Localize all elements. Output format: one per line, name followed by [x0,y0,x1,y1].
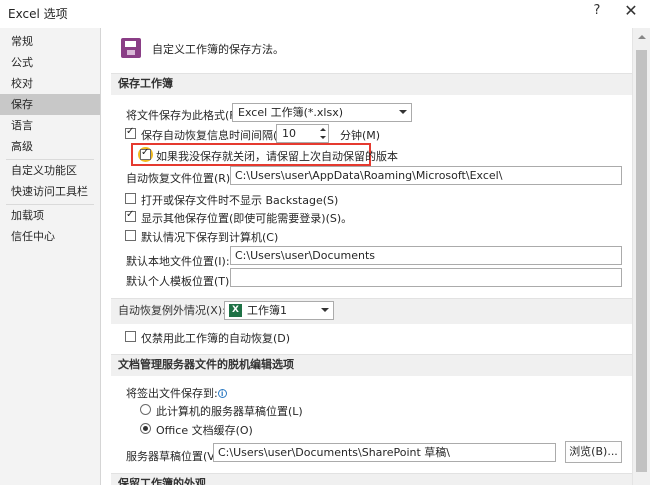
save-format-select[interactable]: Excel 工作簿(*.xlsx) [232,103,412,122]
chevron-down-icon [321,308,329,312]
no-backstage-checkbox[interactable] [125,193,136,204]
minutes-label: 分钟(M) [340,129,381,142]
help-button[interactable]: ? [590,3,604,18]
section-offline-editing: 文档管理服务器文件的脱机编辑选项 [111,354,632,376]
server-drafts-label: 服务器草稿位置(V): [126,450,223,463]
nav-item-quick-access-toolbar[interactable]: 快速访问工具栏 [0,181,100,202]
show-additional-places-checkbox[interactable] [125,209,136,222]
spin-up-icon[interactable] [320,128,326,131]
nav-item-general[interactable]: 常规 [0,31,100,52]
keep-last-version-checkbox[interactable] [140,147,151,160]
nav-item-proofing[interactable]: 校对 [0,73,100,94]
autorecover-minutes-stepper[interactable]: 10 [276,124,329,143]
nav-item-trust-center[interactable]: 信任中心 [0,226,100,247]
radio-server-drafts-label: 此计算机的服务器草稿位置(L) [156,405,303,418]
disable-autorecover-checkbox[interactable] [125,331,136,342]
no-backstage-label: 打开或保存文件时不显示 Backstage(S) [141,194,339,207]
nav-item-save[interactable]: 保存 [0,94,100,115]
save-checkedout-label: 将签出文件保存到: i [126,385,227,401]
save-checkedout-text: 将签出文件保存到: [126,387,218,400]
scrollbar-thumb[interactable] [636,50,647,472]
autorecover-location-input[interactable]: C:\Users\user\AppData\Roaming\Microsoft\… [230,166,622,185]
section-preserve-visual: 保留工作簿的外观 [111,473,632,485]
autorecover-exceptions-label: 自动恢复例外情况(X): [118,304,226,317]
chevron-down-icon [399,110,407,114]
browse-button[interactable]: 浏览(B)... [565,441,622,463]
show-additional-places-label: 显示其他保存位置(即使可能需要登录)(S)。 [141,212,353,225]
template-location-label: 默认个人模板位置(T): [126,275,234,288]
window-title: Excel 选项 [8,7,68,21]
excel-icon: X [229,304,242,317]
nav-item-language[interactable]: 语言 [0,115,100,136]
server-drafts-input[interactable]: C:\Users\user\Documents\SharePoint 草稿\ [213,443,556,462]
template-location-input[interactable] [230,268,622,287]
radio-office-cache[interactable] [140,423,151,434]
spin-down-icon[interactable] [320,136,326,139]
autorecover-label: 保存自动恢复信息时间间隔(A) [141,129,290,142]
title-bar: Excel 选项 ? ✕ [0,0,650,26]
save-to-computer-checkbox[interactable] [125,230,136,241]
info-icon: i [217,389,227,398]
close-button[interactable]: ✕ [623,1,639,20]
nav-item-customize-ribbon[interactable]: 自定义功能区 [0,160,100,181]
keep-last-version-label: 如果我没保存就关闭，请保留上次自动保留的版本 [156,150,398,163]
autorecover-checkbox[interactable] [125,126,136,139]
nav-item-add-ins[interactable]: 加载项 [0,205,100,226]
scroll-up-icon[interactable] [638,35,646,39]
save-format-label: 将文件保存为此格式(F): [126,109,244,122]
section-save-workbooks: 保存工作簿 [111,73,632,95]
autorecover-workbook-select[interactable]: X 工作簿1 [224,301,334,320]
vertical-scrollbar[interactable] [632,28,650,485]
save-to-computer-label: 默认情况下保存到计算机(C) [141,231,279,244]
save-format-value: Excel 工作簿(*.xlsx) [238,106,344,119]
autorecover-workbook-value: 工作簿1 [247,304,287,317]
autorecover-location-label: 自动恢复文件位置(R): [126,172,234,185]
disable-autorecover-label: 仅禁用此工作簿的自动恢复(D) [141,332,291,345]
floppy-disk-icon [121,38,141,58]
radio-office-cache-label: Office 文档缓存(O) [156,424,253,437]
radio-server-drafts[interactable] [140,404,151,415]
autorecover-minutes-value: 10 [282,127,296,140]
nav-item-formulas[interactable]: 公式 [0,52,100,73]
page-title: 自定义工作簿的保存方法。 [152,43,284,56]
section-autorecover-exceptions: 自动恢复例外情况(X): [111,298,632,324]
nav-item-advanced[interactable]: 高级 [0,136,100,157]
options-nav: 常规 公式 校对 保存 语言 高级 自定义功能区 快速访问工具栏 加载项 信任中… [0,28,101,485]
local-location-input[interactable]: C:\Users\user\Documents [230,246,622,265]
local-location-label: 默认本地文件位置(I): [126,255,230,268]
